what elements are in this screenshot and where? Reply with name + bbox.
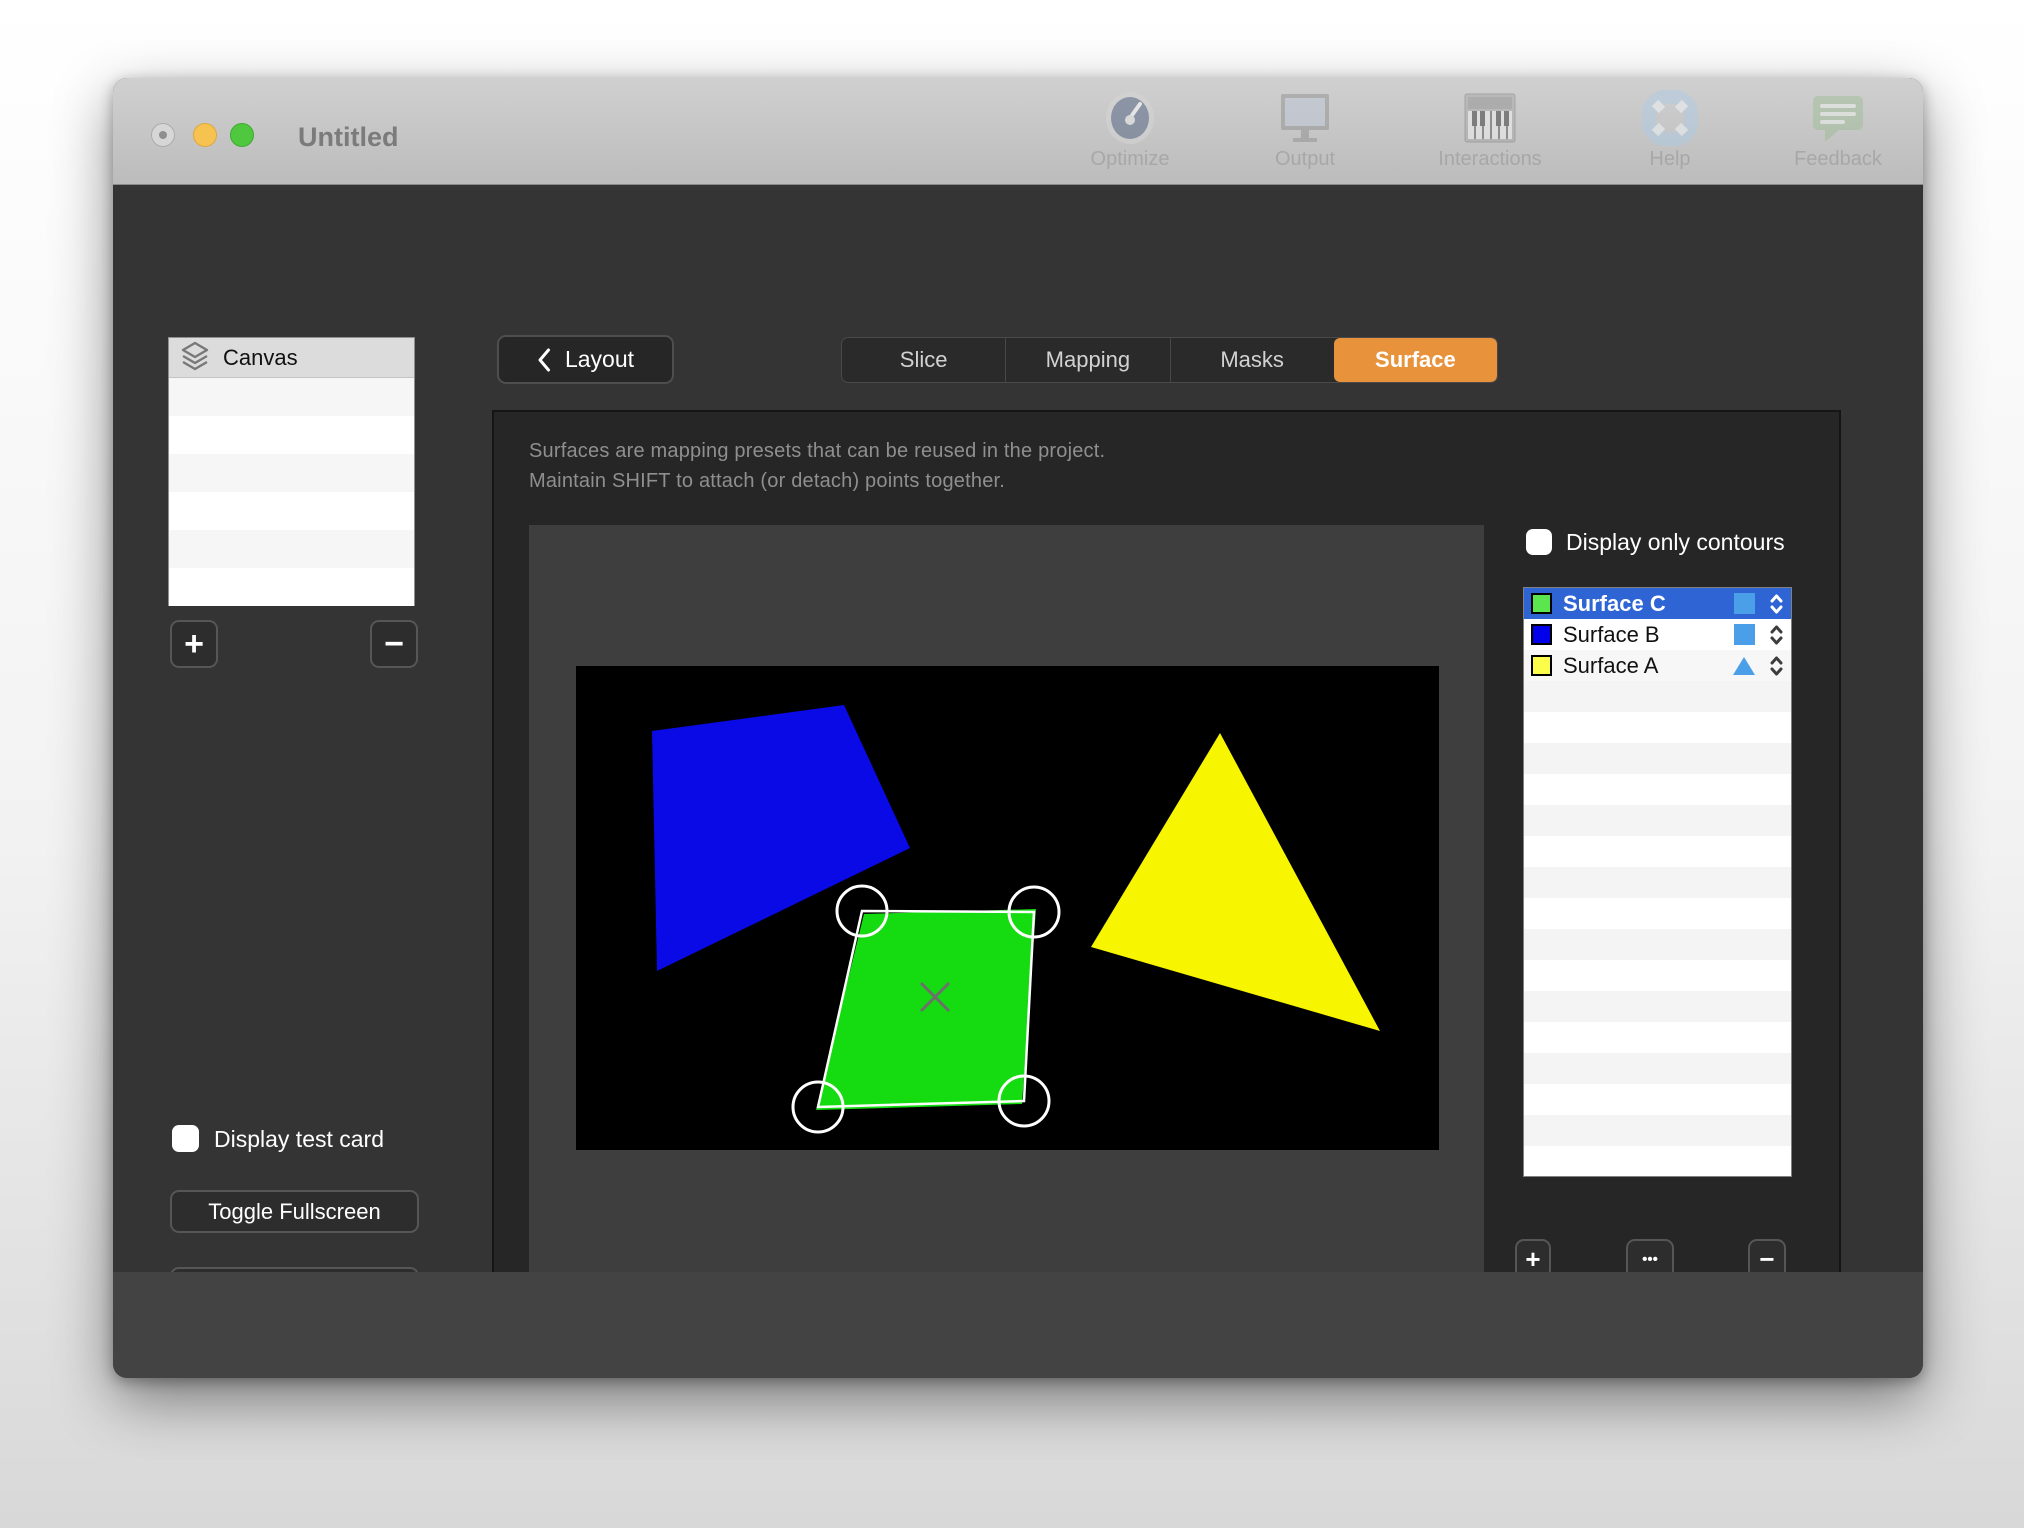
canvas-list-empty-row: [169, 530, 414, 568]
canvas-list-item[interactable]: Canvas: [169, 338, 414, 378]
layers-icon: [179, 339, 211, 377]
display-only-contours-label: Display only contours: [1566, 529, 1785, 556]
display-test-card-checkbox[interactable]: [172, 1125, 199, 1152]
surface-list-empty-row: [1524, 774, 1791, 805]
canvas-item-label: Canvas: [223, 345, 298, 371]
toolbar-item-output[interactable]: Output: [1230, 90, 1380, 171]
surface-list-empty-row: [1524, 1084, 1791, 1115]
surface-list-empty-row: [1524, 1146, 1791, 1177]
tab-surface[interactable]: Surface: [1334, 338, 1497, 382]
tab-masks[interactable]: Masks: [1170, 338, 1334, 382]
surface-list-empty-row: [1524, 743, 1791, 774]
surface-list-empty-row: [1524, 867, 1791, 898]
surface-list-empty-row: [1524, 1053, 1791, 1084]
feedback-bubble-icon: [1763, 90, 1913, 146]
toolbar-item-label: Interactions: [1415, 148, 1565, 171]
panel-instructions: Surfaces are mapping presets that can be…: [529, 436, 1105, 496]
surface-list-empty-row: [1524, 929, 1791, 960]
canvas-remove-button[interactable]: −: [370, 620, 418, 668]
surface-name: Surface A: [1563, 653, 1720, 679]
zoom-button[interactable]: [230, 123, 254, 147]
close-button[interactable]: [151, 123, 175, 147]
surface-row-surface-c[interactable]: Surface C: [1524, 588, 1791, 619]
mapping-preview: [529, 525, 1484, 1286]
surface-list-empty-row: [1524, 805, 1791, 836]
surface-color-swatch[interactable]: [1531, 593, 1552, 614]
canvas-list[interactable]: Canvas: [168, 337, 415, 606]
close-dot-icon: [159, 131, 167, 139]
surface-list-empty-row: [1524, 1022, 1791, 1053]
toolbar-item-label: Feedback: [1763, 148, 1913, 171]
surface-list-empty-row: [1524, 960, 1791, 991]
back-layout-button[interactable]: Layout: [497, 335, 674, 384]
instructions-line1: Surfaces are mapping presets that can be…: [529, 436, 1105, 466]
canvas-list-empty-row: [169, 454, 414, 492]
surface-a-triangle[interactable]: [1091, 733, 1380, 1031]
titlebar: Untitled Optimize Output Interactions Help F…: [113, 78, 1923, 185]
surface-name: Surface B: [1563, 622, 1720, 648]
surface-name: Surface C: [1563, 591, 1720, 617]
tab-slice[interactable]: Slice: [842, 338, 1005, 382]
surface-list-empty-row: [1524, 991, 1791, 1022]
toolbar-item-label: Output: [1230, 148, 1380, 171]
toolbar-item-optimize[interactable]: Optimize: [1055, 90, 1205, 171]
app-window: Untitled Optimize Output Interactions Help F…: [113, 78, 1923, 1378]
square-shape-icon: [1734, 624, 1755, 645]
display-only-contours-checkbox[interactable]: [1526, 529, 1552, 555]
toolbar-item-feedback[interactable]: Feedback: [1763, 90, 1913, 171]
surface-list-empty-row: [1524, 836, 1791, 867]
display-icon: [1230, 90, 1380, 146]
reorder-stepper-icon[interactable]: [1769, 654, 1784, 678]
surface-list-empty-row: [1524, 712, 1791, 743]
footer-bar: OK: [113, 1272, 1923, 1378]
reorder-stepper-icon[interactable]: [1769, 623, 1784, 647]
midi-keyboard-icon: [1415, 90, 1565, 146]
surface-row-surface-a[interactable]: Surface A: [1524, 650, 1791, 681]
instructions-line2: Maintain SHIFT to attach (or detach) poi…: [529, 466, 1105, 496]
toolbar-item-interactions[interactable]: Interactions: [1415, 90, 1565, 171]
surface-row-surface-b[interactable]: Surface B: [1524, 619, 1791, 650]
gauge-icon: [1055, 90, 1205, 146]
view-tabs: SliceMappingMasksSurface: [841, 337, 1498, 383]
window-title: Untitled: [298, 122, 399, 153]
life-ring-icon: [1595, 90, 1745, 146]
tab-mapping[interactable]: Mapping: [1005, 338, 1169, 382]
canvas-list-empty-row: [169, 378, 414, 416]
minimize-button[interactable]: [193, 123, 217, 147]
toggle-fullscreen-button[interactable]: Toggle Fullscreen: [170, 1190, 419, 1233]
canvas-list-empty-row: [169, 568, 414, 606]
mapping-stage[interactable]: [576, 666, 1439, 1150]
chevron-left-icon: [537, 348, 551, 372]
surface-list-empty-row: [1524, 1115, 1791, 1146]
canvas-list-empty-row: [169, 492, 414, 530]
reorder-stepper-icon[interactable]: [1769, 592, 1784, 616]
surface-list-empty-row: [1524, 898, 1791, 929]
surface-panel: Surfaces are mapping presets that can be…: [492, 410, 1841, 1316]
surface-c-quad[interactable]: [816, 909, 1036, 1110]
surface-color-swatch[interactable]: [1531, 655, 1552, 676]
canvas-list-empty-row: [169, 416, 414, 454]
back-label: Layout: [565, 346, 634, 373]
triangle-shape-icon: [1732, 656, 1756, 676]
square-shape-icon: [1734, 593, 1755, 614]
toolbar-item-label: Help: [1595, 148, 1745, 171]
surface-list[interactable]: Surface C Surface B Surface A: [1523, 587, 1792, 1177]
canvas-add-button[interactable]: +: [170, 620, 218, 668]
surface-list-empty-row: [1524, 681, 1791, 712]
display-test-card-label: Display test card: [214, 1126, 384, 1153]
content-area: Canvas + − Display test card Toggle Full…: [113, 185, 1923, 1272]
surface-color-swatch[interactable]: [1531, 624, 1552, 645]
toolbar-item-label: Optimize: [1055, 148, 1205, 171]
toolbar-item-help[interactable]: Help: [1595, 90, 1745, 171]
